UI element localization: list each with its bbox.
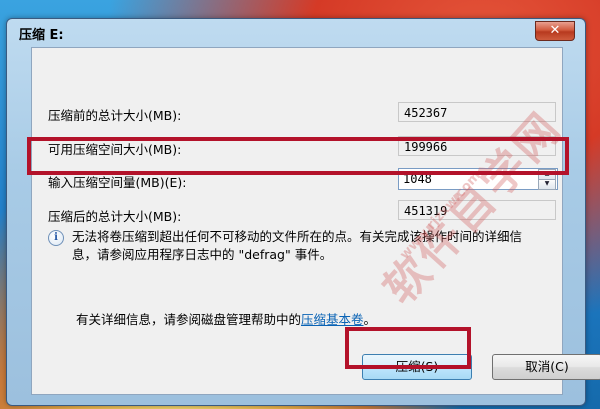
total-before-value: 452367 bbox=[398, 102, 556, 122]
window-title: 压缩 E: bbox=[19, 28, 64, 43]
dialog-content: 压缩前的总计大小(MB): 452367 可用压缩空间大小(MB): 19996… bbox=[31, 47, 600, 395]
help-suffix: 。 bbox=[363, 312, 377, 327]
title-bar[interactable]: 压缩 E: ✕ bbox=[7, 19, 585, 49]
chevron-down-icon: ▼ bbox=[544, 180, 550, 187]
shrink-dialog: 压缩 E: ✕ 压缩前的总计大小(MB): 452367 可用压缩空间大小(MB… bbox=[6, 18, 600, 406]
help-text: 有关详细信息，请参阅磁盘管理帮助中的压缩基本卷。 bbox=[76, 309, 376, 328]
total-before-label: 压缩前的总计大小(MB): bbox=[48, 108, 182, 123]
shrink-button-highlight-box bbox=[345, 327, 471, 369]
help-prefix: 有关详细信息，请参阅磁盘管理帮助中的 bbox=[76, 312, 302, 327]
total-after-value: 451319 bbox=[398, 200, 556, 220]
shrink-basic-volume-link[interactable]: 压缩基本卷 bbox=[301, 312, 364, 327]
total-after-label: 压缩后的总计大小(MB): bbox=[48, 209, 182, 224]
shrink-amount-highlight-box bbox=[27, 137, 569, 175]
close-button[interactable]: ✕ bbox=[535, 21, 575, 41]
info-icon: i bbox=[48, 230, 64, 246]
cancel-button[interactable]: 取消(C) bbox=[492, 354, 600, 380]
info-message: 无法将卷压缩到超出任何不可移动的文件所在的点。有关完成该操作时间的详细信息，请参… bbox=[72, 229, 523, 262]
stepper-down-button[interactable]: ▼ bbox=[538, 179, 556, 190]
close-icon: ✕ bbox=[549, 23, 561, 38]
